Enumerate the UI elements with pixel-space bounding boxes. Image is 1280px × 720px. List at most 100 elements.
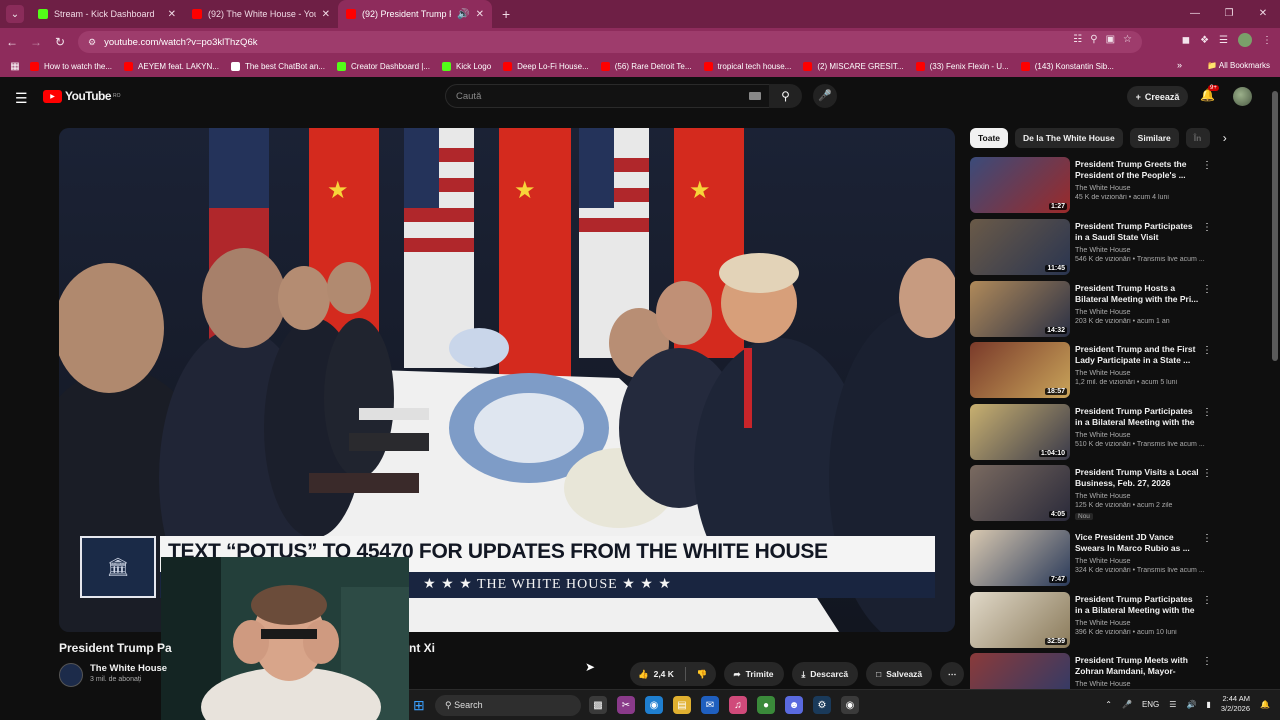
file-explorer-icon[interactable]: ▤ (673, 696, 691, 714)
battery-icon[interactable]: ▮ (1206, 700, 1210, 709)
video-thumbnail[interactable]: 14:32 (970, 281, 1070, 337)
related-video-item[interactable]: 1:04:10 President Trump Participates in a… (970, 404, 1225, 460)
download-button[interactable]: ⤓ Descarcă (791, 662, 859, 686)
extension-icon[interactable]: ◼ (1182, 35, 1190, 46)
share-button[interactable]: ➦ Trimite (723, 662, 784, 686)
discord-icon[interactable]: ☻ (785, 696, 803, 714)
outlook-icon[interactable]: ✉ (701, 696, 719, 714)
video-thumbnail[interactable]: 4:05 (970, 465, 1070, 521)
scrollbar-thumb[interactable] (1272, 91, 1278, 361)
reload-icon[interactable]: ↻ (48, 35, 72, 49)
bookmark-item[interactable]: (2) MISCARE GRESIT... (803, 62, 904, 71)
tray-expand-icon[interactable]: ⌃ (1105, 700, 1112, 709)
media-icon[interactable]: ☰ (1219, 35, 1228, 46)
chip-partial[interactable]: În (1185, 128, 1210, 148)
tab-search-icon[interactable]: ⌄ (6, 5, 24, 23)
search-input[interactable]: Caută (445, 84, 770, 108)
related-video-item[interactable]: 32:59 President Trump Participates in a B… (970, 592, 1225, 648)
save-button[interactable]: □ Salvează (866, 662, 933, 686)
translate-icon[interactable]: ☷ (1073, 34, 1082, 45)
restore-icon[interactable]: ❐ (1212, 0, 1246, 28)
more-vertical-icon[interactable]: ⋮ (1202, 345, 1212, 356)
account-avatar[interactable] (1233, 87, 1252, 106)
more-vertical-icon[interactable]: ⋮ (1202, 533, 1212, 544)
video-thumbnail[interactable]: 1:04:10 (970, 404, 1070, 460)
bookmark-star-icon[interactable]: ☆ (1123, 34, 1132, 45)
related-video-item[interactable]: 14:32 President Trump Hosts a Bilateral M… (970, 281, 1225, 337)
close-window-icon[interactable]: ✕ (1246, 0, 1280, 28)
install-icon[interactable]: ▣ (1106, 34, 1115, 45)
bookmark-item[interactable]: (56) Rare Detroit Te... (600, 62, 692, 71)
chrome-icon[interactable]: ● (757, 696, 775, 714)
thumbs-up-icon[interactable]: 👍 (638, 669, 649, 680)
bookmark-item[interactable]: (143) Konstantin Sib... (1020, 62, 1114, 71)
back-icon[interactable]: ← (0, 35, 24, 49)
bookmark-item[interactable]: Creator Dashboard |... (337, 62, 430, 71)
bookmark-item[interactable]: How to watch the... (30, 62, 112, 71)
more-bookmarks-icon[interactable]: » (1177, 60, 1182, 70)
video-thumbnail[interactable]: 7:47 (970, 530, 1070, 586)
chip-from-channel[interactable]: De la The White House (1015, 128, 1123, 148)
youtube-logo[interactable]: ▶ YouTube RO (43, 89, 121, 103)
video-thumbnail[interactable]: 11:45 (970, 219, 1070, 275)
related-video-item[interactable]: 7:47 Vice President JD Vance Swears In Ma… (970, 530, 1225, 586)
video-thumbnail[interactable]: 18:57 (970, 342, 1070, 398)
page-scrollbar[interactable] (1272, 86, 1278, 686)
close-tab-icon[interactable]: ✕ (322, 9, 330, 20)
zoom-icon[interactable]: ⚲ (1090, 34, 1097, 45)
close-tab-icon[interactable]: ✕ (476, 9, 484, 20)
speaker-icon[interactable]: 🔊 (457, 9, 469, 20)
bookmark-item[interactable]: Kick Logo (442, 62, 491, 71)
edge-icon[interactable]: ◉ (645, 696, 663, 714)
puzzle-icon[interactable]: ❖ (1200, 35, 1209, 46)
all-bookmarks[interactable]: 📁 All Bookmarks (1207, 61, 1270, 70)
forward-icon[interactable]: → (24, 35, 48, 49)
task-view-icon[interactable]: ▩ (589, 696, 607, 714)
browser-tab[interactable]: (92) The White House - YouTub ✕ (184, 0, 338, 28)
related-video-item[interactable]: 4:05 President Trump Visits a Local Busin… (970, 465, 1225, 521)
thumbs-down-icon[interactable]: 👎 (697, 669, 708, 680)
channel-name[interactable]: The White House (90, 663, 167, 674)
video-thumbnail[interactable]: 1:27 (970, 157, 1070, 213)
snipping-tool-icon[interactable]: ✂ (617, 696, 635, 714)
bookmark-item[interactable]: (33) Fenix Flexin - U... (915, 62, 1009, 71)
related-video-item[interactable]: 11:45 President Trump Participates in a S… (970, 219, 1225, 275)
url-field[interactable]: ⚙ youtube.com/watch?v=po3klThzQ6k (78, 31, 1142, 53)
music-icon[interactable]: ♫ (729, 696, 747, 714)
wifi-icon[interactable]: ☰ (1169, 700, 1176, 709)
chip-related[interactable]: Similare (1129, 128, 1179, 148)
new-tab-button[interactable]: + (502, 6, 510, 22)
browser-tab[interactable]: Stream - Kick Dashboard ✕ (30, 0, 184, 28)
microphone-tray-icon[interactable]: 🎤 (1122, 700, 1132, 709)
bookmark-item[interactable]: AEYEM feat. LAKYN... (124, 62, 219, 71)
search-button[interactable]: ⚲ (769, 84, 802, 108)
more-vertical-icon[interactable]: ⋮ (1202, 468, 1212, 479)
browser-tab-active[interactable]: (92) President Trump Partic 🔊 ✕ (338, 0, 492, 28)
language-indicator[interactable]: ENG (1142, 700, 1159, 709)
windows-start-icon[interactable]: ⊞ (413, 697, 425, 714)
close-tab-icon[interactable]: ✕ (168, 9, 176, 20)
more-vertical-icon[interactable]: ⋮ (1202, 160, 1212, 171)
video-thumbnail[interactable]: 32:59 (970, 592, 1070, 648)
bookmark-item[interactable]: The best ChatBot an... (230, 62, 325, 71)
more-vertical-icon[interactable]: ⋮ (1202, 407, 1212, 418)
voice-search-button[interactable]: 🎤 (813, 84, 837, 108)
chip-all[interactable]: Toate (970, 128, 1009, 148)
volume-icon[interactable]: 🔊 (1186, 700, 1196, 709)
chevron-right-icon[interactable]: › (1223, 131, 1227, 145)
like-count[interactable]: 2,4 K (654, 669, 674, 679)
menu-icon[interactable]: ⋮ (1262, 35, 1272, 46)
notifications-icon[interactable]: 🔔 (1260, 700, 1270, 709)
taskbar-search[interactable]: ⚲ Search (435, 695, 581, 716)
more-vertical-icon[interactable]: ⋮ (1202, 222, 1212, 233)
channel-avatar[interactable] (59, 663, 83, 687)
steam-icon[interactable]: ⚙ (813, 696, 831, 714)
bookmark-item[interactable]: Deep Lo-Fi House... (503, 62, 589, 71)
related-video-item[interactable]: 18:57 President Trump and the First Lady … (970, 342, 1225, 398)
create-button[interactable]: + Creează (1127, 86, 1188, 107)
bookmark-item[interactable]: tropical tech house... (703, 62, 791, 71)
clock[interactable]: 2:44 AM 3/2/2026 (1221, 694, 1250, 714)
site-info-icon[interactable]: ⚙ (88, 37, 96, 48)
apps-icon[interactable]: ▦ (0, 61, 30, 72)
minimize-icon[interactable]: — (1178, 0, 1212, 28)
